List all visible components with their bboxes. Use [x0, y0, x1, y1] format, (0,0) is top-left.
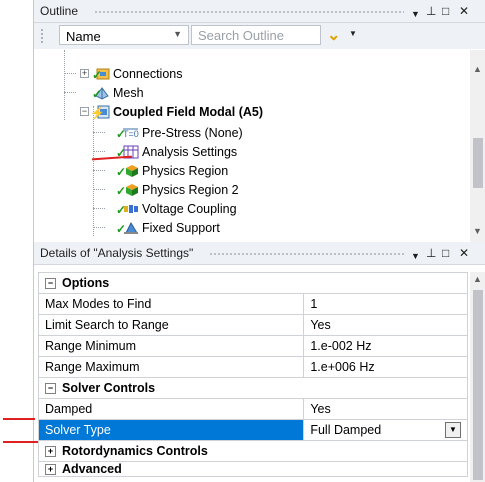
chevron-down-icon[interactable]: ▼ — [349, 29, 357, 38]
collapse-icon[interactable]: − — [45, 383, 56, 395]
tree-item-label: Fixed Support — [142, 220, 220, 235]
titlebar-grip[interactable] — [94, 10, 404, 14]
pin-icon[interactable]: ⊥ — [426, 245, 436, 261]
property-key: Range Maximum — [37, 356, 305, 378]
scroll-up-icon[interactable]: ▲ — [473, 274, 482, 284]
expand-chevron-icon[interactable]: ⌄ — [327, 25, 340, 45]
scroll-thumb[interactable] — [473, 138, 483, 188]
outline-toolbar: Name ▼ ⌄ ▼ — [34, 23, 485, 49]
property-value[interactable]: Yes — [303, 398, 468, 420]
tree-item-analysis-settings[interactable]: ✓ Analysis Settings — [116, 142, 238, 161]
tree-item-physics-region-2[interactable]: ✓ Physics Region 2 — [116, 180, 239, 199]
property-row[interactable]: Max Modes to Find 1 — [37, 293, 468, 315]
tree-item-label: Mesh — [113, 85, 144, 100]
mesh-icon: ✓ — [92, 86, 110, 101]
collapse-icon[interactable]: − — [45, 278, 56, 290]
toolbar-grip — [40, 28, 44, 44]
section-solver-controls[interactable]: − Solver Controls — [38, 377, 468, 399]
tree-item-label: Analysis Settings — [142, 144, 238, 159]
tree-item-fixed-support[interactable]: ✓ Fixed Support — [116, 218, 220, 237]
tree-item-voltage-coupling[interactable]: ✓ Voltage Coupling — [116, 199, 237, 218]
search-input[interactable] — [191, 25, 321, 45]
chevron-down-icon[interactable]: ▼ — [445, 422, 461, 438]
details-title: Details of "Analysis Settings" — [40, 246, 194, 260]
property-key: Limit Search to Range — [37, 314, 305, 336]
property-value[interactable]: 1 — [303, 293, 468, 315]
select-value: Full Damped — [310, 423, 382, 437]
property-row[interactable]: Range Minimum 1.e-002 Hz — [37, 335, 468, 357]
tree-item-label: Voltage Coupling — [142, 201, 237, 216]
tree-item-coupled-field-modal[interactable]: ⚡ Coupled Field Modal (A5) — [90, 102, 263, 121]
expand-icon[interactable]: + — [80, 69, 89, 78]
tree-item-mesh[interactable]: ✓ Mesh — [92, 83, 144, 102]
panel-menu-icon[interactable]: ▼ — [411, 248, 420, 264]
section-advanced[interactable]: + Advanced — [38, 461, 468, 477]
tree-item-label: Connections — [113, 66, 183, 81]
connections-icon: ✓ — [92, 67, 110, 82]
filter-select-value: Name — [66, 29, 101, 44]
tree-item-physics-region[interactable]: ✓ Physics Region — [116, 161, 229, 180]
tree-item-connections[interactable]: ✓ Connections — [92, 64, 183, 83]
property-key: Max Modes to Find — [37, 293, 305, 315]
property-key: Range Minimum — [37, 335, 305, 357]
maximize-icon[interactable]: □ — [442, 3, 449, 19]
prestress-icon: ✓ T=0 — [116, 126, 139, 141]
chevron-down-icon: ▼ — [173, 29, 182, 39]
section-options[interactable]: − Options — [38, 272, 468, 294]
tree-item-label: Physics Region 2 — [142, 182, 239, 197]
details-grid: − Options Max Modes to Find 1 Limit Searc… — [37, 272, 468, 477]
expand-icon[interactable]: + — [45, 446, 56, 458]
physics-region-icon: ✓ — [116, 183, 139, 198]
analysis-icon: ⚡ — [90, 105, 110, 120]
property-value[interactable]: 1.e+006 Hz — [303, 356, 468, 378]
filter-select[interactable]: Name ▼ — [59, 25, 189, 45]
outline-panel: Outline ▼ ⊥ □ ✕ Name ▼ ⌄ ▼ + − ✓ — [33, 0, 485, 242]
annotation-mark — [3, 418, 35, 420]
tree-item-label: Coupled Field Modal (A5) — [113, 104, 263, 119]
section-rotordynamics[interactable]: + Rotordynamics Controls — [38, 440, 468, 462]
property-row[interactable]: Damped Yes — [37, 398, 468, 420]
annotation-mark — [3, 441, 38, 443]
solver-type-select[interactable]: Full Damped ▼ — [303, 419, 468, 441]
property-row[interactable]: Limit Search to Range Yes — [37, 314, 468, 336]
scroll-up-icon[interactable]: ▲ — [473, 64, 482, 74]
physics-region-icon: ✓ — [116, 164, 139, 179]
outline-title: Outline — [40, 4, 79, 18]
voltage-coupling-icon: ✓ — [116, 202, 139, 217]
titlebar-grip[interactable] — [209, 252, 404, 256]
property-value[interactable]: 1.e-002 Hz — [303, 335, 468, 357]
panel-menu-icon[interactable]: ▼ — [411, 6, 420, 22]
property-row-selected[interactable]: Solver Type Full Damped ▼ — [37, 419, 468, 441]
details-titlebar: Details of "Analysis Settings" ▼ ⊥ □ ✕ — [34, 242, 485, 265]
outline-titlebar: Outline ▼ ⊥ □ ✕ — [34, 0, 485, 23]
fixed-support-icon: ✓ — [116, 221, 139, 236]
tree-item-pre-stress[interactable]: ✓ T=0 Pre-Stress (None) — [116, 123, 243, 142]
details-panel: Details of "Analysis Settings" ▼ ⊥ □ ✕ −… — [33, 242, 485, 482]
tree-item-label: Pre-Stress (None) — [142, 125, 243, 140]
property-value[interactable]: Yes — [303, 314, 468, 336]
expand-icon[interactable]: + — [45, 464, 56, 476]
close-icon[interactable]: ✕ — [459, 245, 469, 261]
scroll-down-icon[interactable]: ▼ — [473, 226, 482, 236]
details-scrollbar[interactable]: ▲ — [470, 272, 485, 482]
collapse-icon[interactable]: − — [80, 107, 89, 116]
property-key: Solver Type — [37, 419, 305, 441]
outline-scrollbar[interactable]: ▲ ▼ — [470, 50, 485, 242]
property-key: Damped — [37, 398, 305, 420]
tree-item-label: Physics Region — [142, 163, 229, 178]
close-icon[interactable]: ✕ — [459, 3, 469, 19]
outline-tree: + − ✓ Connections ✓ Mesh ⚡ Coupled Field… — [34, 50, 470, 242]
scroll-thumb[interactable] — [473, 290, 483, 480]
maximize-icon[interactable]: □ — [442, 245, 449, 261]
pin-icon[interactable]: ⊥ — [426, 3, 436, 19]
property-row[interactable]: Range Maximum 1.e+006 Hz — [37, 356, 468, 378]
